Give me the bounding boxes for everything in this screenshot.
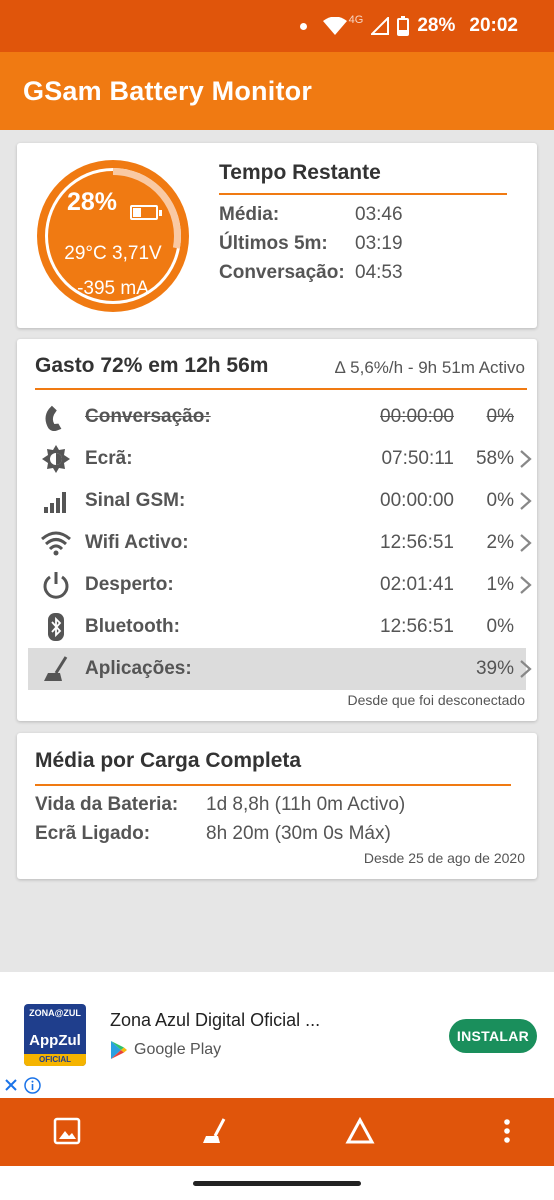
phone-icon [45, 405, 62, 431]
usage-percent: 0% [486, 406, 514, 427]
chevron-right-icon[interactable] [518, 533, 534, 553]
usage-label: Conversação: [85, 406, 211, 427]
usage-footer: Desde que foi desconectado [347, 692, 525, 708]
ad-title[interactable]: Zona Azul Digital Oficial ... [110, 1010, 320, 1031]
usage-time: 12:56:51 [380, 532, 454, 553]
usage-percent: 58% [475, 448, 514, 469]
status-bar: 4G 28% 20:02 [0, 0, 554, 52]
wifi-icon [41, 531, 71, 556]
battery-status-card[interactable]: 28% 29°C 3,71V -395 mA Tempo Restante Mé… [17, 143, 537, 328]
ad-store: Google Play [110, 1038, 221, 1062]
chevron-right-icon[interactable] [518, 491, 534, 511]
usage-label: Sinal GSM: [85, 490, 186, 511]
power-icon [43, 572, 69, 599]
bluetooth-icon [48, 613, 64, 641]
usage-row-apps[interactable]: Aplicações: 39% [28, 648, 532, 690]
usage-percent: 39% [475, 658, 514, 679]
usage-label: Ecrã: [85, 448, 133, 469]
app-bar: GSam Battery Monitor [0, 52, 554, 130]
chevron-right-icon[interactable] [518, 575, 534, 595]
battery-percent: 28% [417, 15, 456, 36]
usage-card: Gasto 72% em 12h 56m ∆ 5,6%/h - 9h 51m A… [17, 339, 537, 721]
usage-row-wifi[interactable]: Wifi Activo: 12:56:51 2% [28, 522, 532, 564]
battery-gauge: 28% 29°C 3,71V -395 mA [35, 158, 191, 314]
battery-status-icon [397, 16, 410, 36]
screen-brightness-icon [42, 445, 70, 473]
usage-rate: ∆ 5,6%/h - 9h 51m Activo [335, 358, 525, 377]
bottom-action-bar [0, 1098, 554, 1166]
more-vert-icon[interactable] [492, 1116, 522, 1146]
google-play-icon [111, 1041, 127, 1059]
ad-info-icon[interactable] [24, 1077, 41, 1094]
average-value: 1d 8,8h (11h 0m Activo) [206, 794, 406, 815]
usage-label: Wifi Activo: [85, 532, 189, 553]
usage-percent: 2% [486, 532, 514, 553]
signal-bars-icon [44, 492, 66, 513]
network-type: 4G [348, 14, 364, 26]
usage-row-call: Conversação: 00:00:00 0% [28, 396, 526, 438]
usage-time: 00:00:00 [380, 490, 454, 511]
usage-time: 07:50:11 [381, 448, 454, 469]
home-gesture-pill[interactable] [193, 1181, 361, 1186]
delta-icon[interactable] [345, 1116, 375, 1146]
usage-time: 00:00:00 [380, 406, 454, 427]
average-title: Média por Carga Completa [35, 749, 302, 772]
ad-app-logo[interactable]: ZONA@ZUL AppZul OFICIAL [24, 1004, 86, 1066]
usage-row-bluetooth: Bluetooth: 12:56:51 0% [28, 606, 526, 648]
install-button[interactable]: INSTALAR [449, 1019, 537, 1053]
time-left-label: Conversação: [219, 262, 345, 283]
broom-icon[interactable] [199, 1116, 229, 1146]
time-left-label: Últimos 5m: [219, 233, 328, 254]
broom-icon [44, 656, 68, 681]
ad-close-icon[interactable] [3, 1077, 19, 1093]
gauge-temp-voltage: 29°C 3,71V [64, 243, 162, 264]
usage-time: 12:56:51 [380, 616, 454, 637]
usage-percent: 0% [486, 490, 514, 511]
ad-banner[interactable]: ZONA@ZUL AppZul OFICIAL Zona Azul Digita… [0, 972, 554, 1098]
gauge-percent: 28% [67, 188, 118, 216]
usage-time: 02:01:41 [380, 574, 454, 595]
average-value: 8h 20m (30m 0s Máx) [206, 823, 391, 844]
gauge-current: -395 mA [77, 278, 149, 299]
usage-row-awake[interactable]: Desperto: 02:01:41 1% [28, 564, 532, 606]
average-footer: Desde 25 de ago de 2020 [363, 850, 525, 866]
image-icon[interactable] [52, 1116, 82, 1146]
notification-dot-icon [299, 22, 307, 30]
time-left-title: Tempo Restante [219, 161, 381, 184]
chevron-right-icon[interactable] [518, 449, 534, 469]
usage-percent: 0% [486, 616, 514, 637]
average-card: Média por Carga Completa Vida da Bateria… [17, 733, 537, 879]
average-label: Ecrã Ligado: [35, 823, 151, 844]
wifi-status-icon [322, 17, 347, 35]
usage-row-screen[interactable]: Ecrã: 07:50:11 58% [28, 438, 532, 480]
time-left-value: 03:46 [355, 204, 403, 225]
chevron-right-icon[interactable] [518, 659, 534, 679]
title-divider [35, 388, 527, 390]
app-title: GSam Battery Monitor [23, 76, 313, 106]
usage-percent: 1% [486, 574, 514, 595]
cell-signal-icon [371, 17, 390, 35]
usage-row-gsm[interactable]: Sinal GSM: 00:00:00 0% [28, 480, 532, 522]
usage-title: Gasto 72% em 12h 56m [35, 354, 269, 377]
status-icons: 4G 28% 20:02 [299, 14, 518, 38]
time-left-value: 04:53 [355, 262, 403, 283]
time-left-value: 03:19 [355, 233, 403, 254]
time-left-label: Média: [219, 204, 280, 225]
title-divider [35, 784, 511, 786]
usage-label: Desperto: [85, 574, 174, 595]
usage-label: Bluetooth: [85, 616, 180, 637]
average-label: Vida da Bateria: [35, 794, 179, 815]
system-nav-bar [0, 1166, 554, 1200]
title-divider [219, 193, 507, 195]
battery-icon [130, 205, 162, 220]
usage-label: Aplicações: [85, 658, 192, 679]
clock: 20:02 [469, 15, 518, 36]
